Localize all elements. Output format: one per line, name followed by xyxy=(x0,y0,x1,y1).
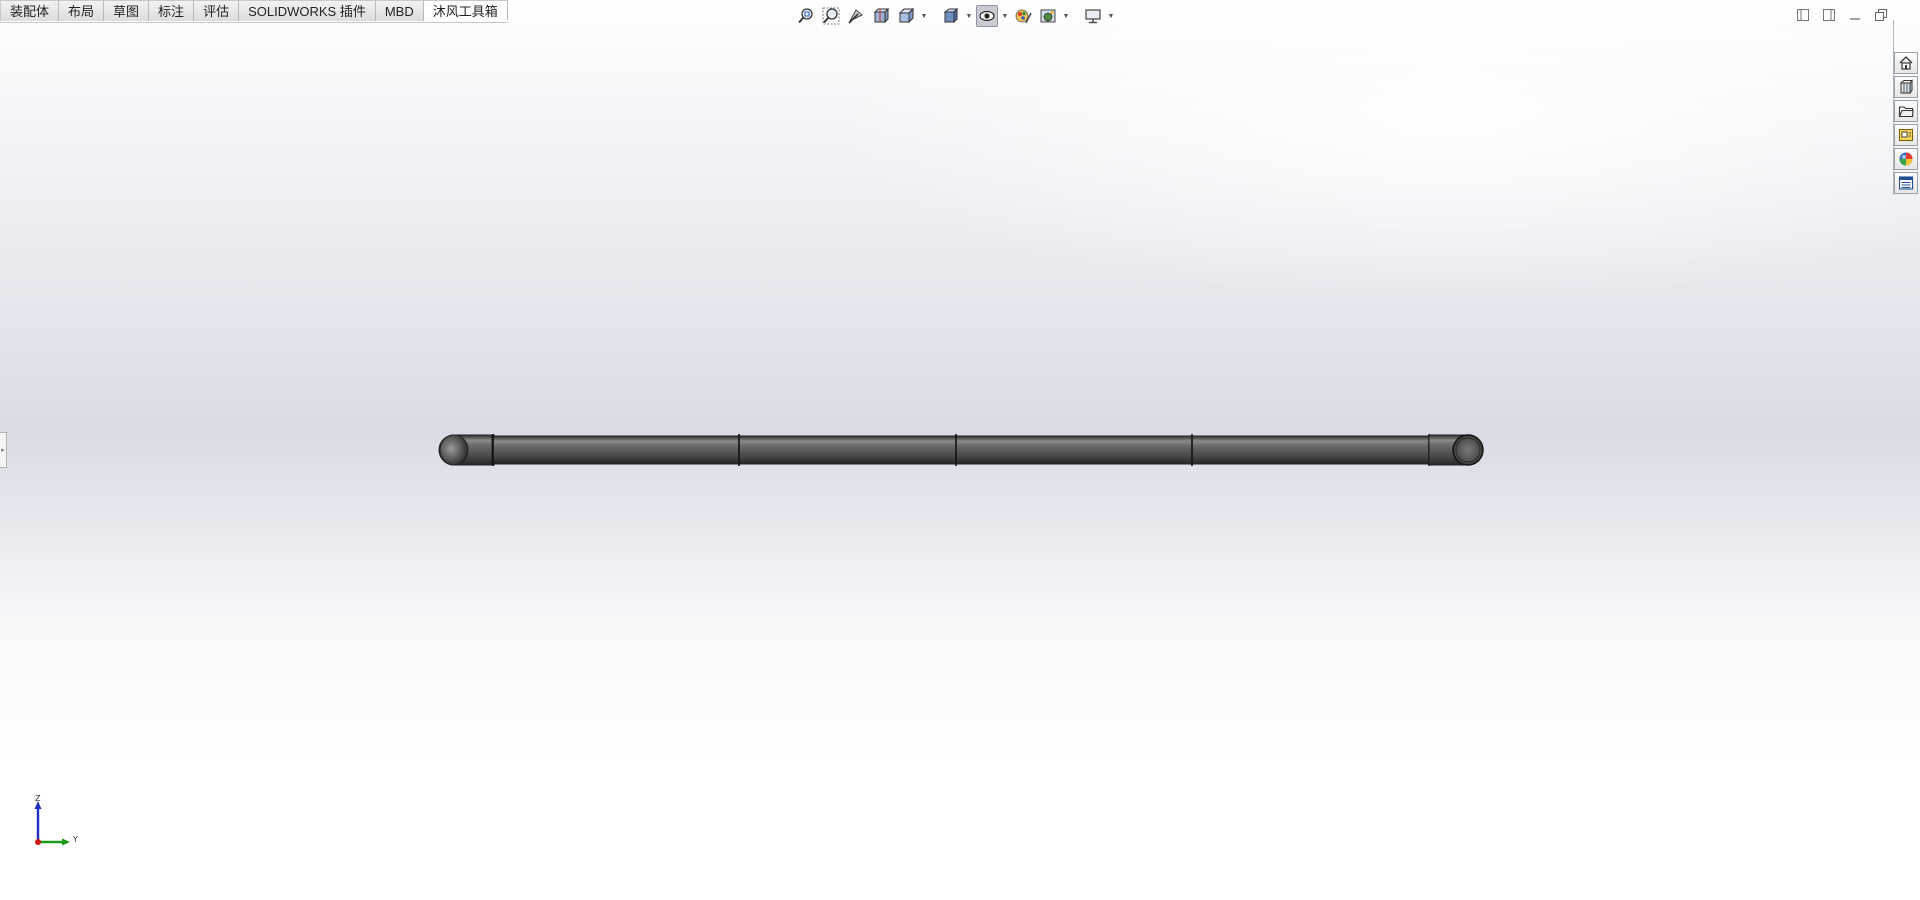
section-view-icon[interactable] xyxy=(870,5,892,27)
tab-solidworks-addins[interactable]: SOLIDWORKS 插件 xyxy=(239,0,376,21)
zoom-to-area-icon[interactable] xyxy=(820,5,842,27)
view-orientation-dropdown-icon[interactable]: ▼ xyxy=(920,5,928,27)
heads-up-view-toolbar: ▼ ▼ ▼ ▼ ▼ xyxy=(795,4,1115,28)
file-explorer-icon[interactable] xyxy=(1894,100,1918,122)
tab-evaluate[interactable]: 评估 xyxy=(194,0,240,21)
custom-properties-icon[interactable] xyxy=(1894,172,1918,194)
hide-show-dropdown-icon[interactable]: ▼ xyxy=(1001,5,1009,27)
zoom-to-fit-icon[interactable] xyxy=(795,5,817,27)
reference-triad[interactable]: Z Y xyxy=(25,794,85,851)
tab-mufeng-toolbox[interactable]: 沐风工具箱 xyxy=(423,0,508,21)
view-palette-icon[interactable] xyxy=(1894,124,1918,146)
task-pane-tabs xyxy=(1892,52,1920,194)
view-orientation-icon[interactable] xyxy=(895,5,917,27)
graphics-area[interactable]: 装配体 布局 草图 标注 评估 SOLIDWORKS 插件 MBD 沐风工具箱 … xyxy=(0,0,1920,900)
display-style-dropdown-icon[interactable]: ▼ xyxy=(965,5,973,27)
view-settings-icon[interactable] xyxy=(1082,5,1104,27)
design-library-icon[interactable] xyxy=(1894,76,1918,98)
tab-sketch[interactable]: 草图 xyxy=(104,0,150,21)
document-window-controls xyxy=(1794,6,1890,24)
tab-mbd[interactable]: MBD xyxy=(375,0,424,21)
expand-arrow-icon: ▸ xyxy=(1,447,5,454)
solidworks-resources-icon[interactable] xyxy=(1894,52,1918,74)
hide-show-items-icon[interactable] xyxy=(976,5,998,27)
command-manager-tabs: 装配体 布局 草图 标注 评估 SOLIDWORKS 插件 MBD 沐风工具箱 xyxy=(0,0,508,23)
triad-y-label: Y xyxy=(73,835,78,844)
pipe-assembly-model[interactable] xyxy=(436,432,1486,468)
display-style-icon[interactable] xyxy=(940,5,962,27)
tile-right-icon[interactable] xyxy=(1820,6,1838,24)
edit-appearance-icon[interactable] xyxy=(1012,5,1034,27)
view-settings-dropdown-icon[interactable]: ▼ xyxy=(1107,5,1115,27)
apply-scene-icon[interactable] xyxy=(1037,5,1059,27)
tab-layout[interactable]: 布局 xyxy=(59,0,105,21)
minimize-icon[interactable] xyxy=(1846,6,1864,24)
previous-view-icon[interactable] xyxy=(845,5,867,27)
feature-manager-expand-handle[interactable]: ▸ xyxy=(0,432,7,468)
restore-icon[interactable] xyxy=(1872,6,1890,24)
triad-z-label: Z xyxy=(35,794,41,803)
tab-markup[interactable]: 标注 xyxy=(149,0,195,21)
apply-scene-dropdown-icon[interactable]: ▼ xyxy=(1062,5,1070,27)
tile-left-icon[interactable] xyxy=(1794,6,1812,24)
appearances-scenes-icon[interactable] xyxy=(1894,148,1918,170)
tab-assembly[interactable]: 装配体 xyxy=(0,0,60,21)
